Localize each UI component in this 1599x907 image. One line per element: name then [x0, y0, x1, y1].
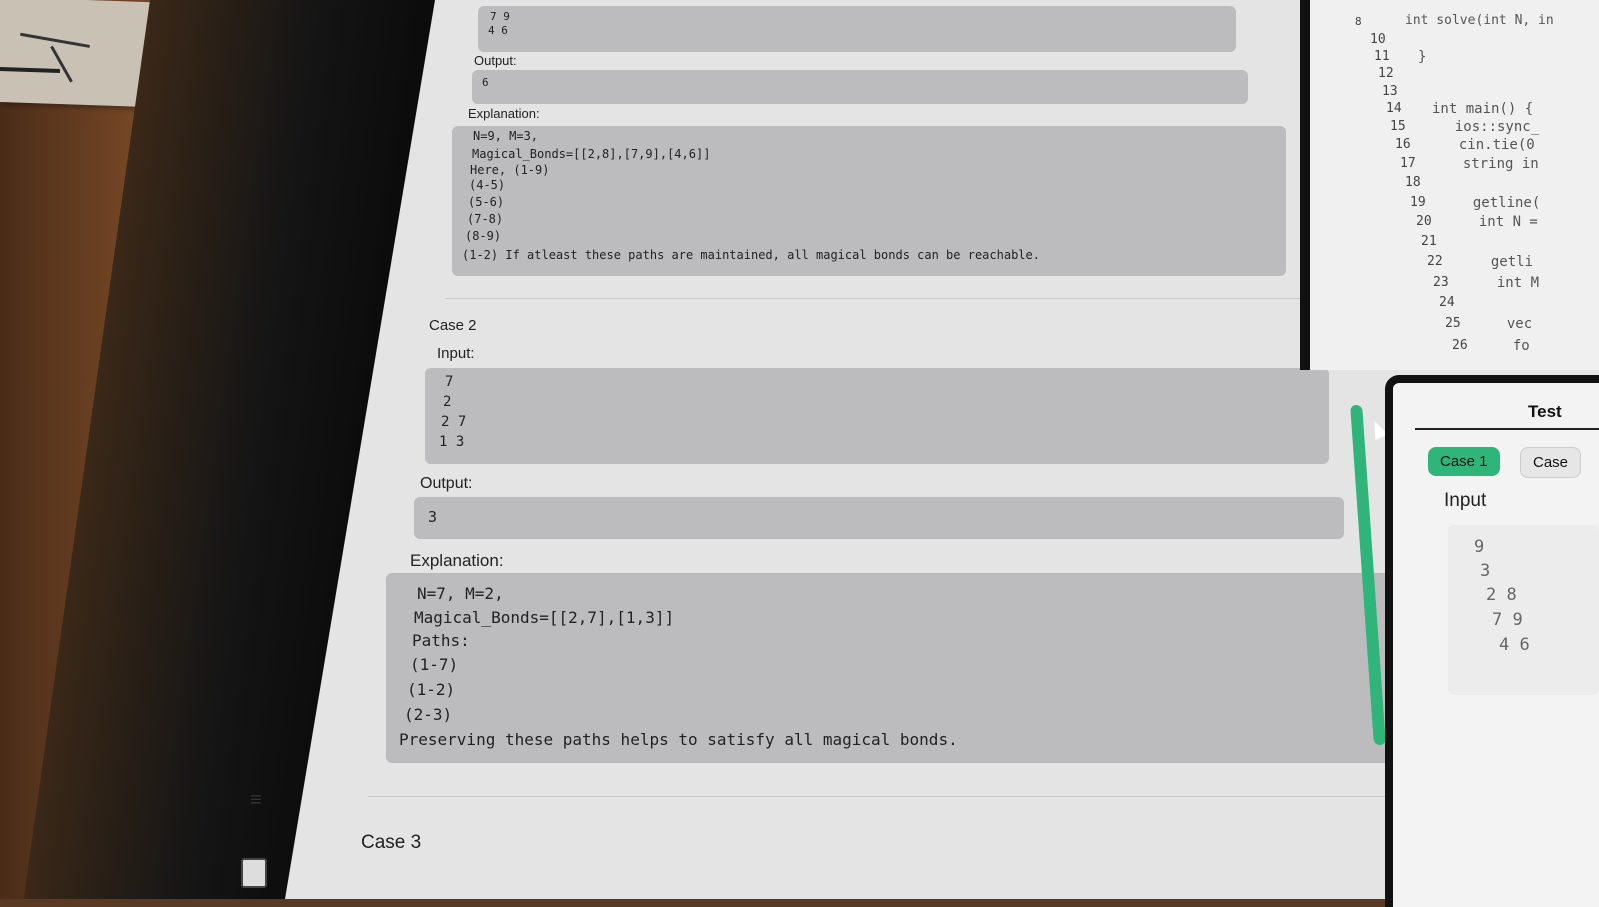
- test-input-label: Input: [1444, 490, 1487, 511]
- line-number: 21: [1421, 234, 1437, 249]
- case1-output-value: 6: [482, 76, 489, 89]
- case2-output-label: Output:: [420, 475, 473, 492]
- code-editor[interactable]: 8 10 11 12 13 14 15 16 17 18 19 20 21 22…: [1300, 0, 1599, 370]
- code-line: int main() {: [1432, 101, 1534, 117]
- code-line: getline(: [1456, 195, 1541, 211]
- line-number: 19: [1410, 195, 1426, 210]
- test-input-value: 4 6: [1499, 635, 1530, 655]
- line-number: 26: [1452, 338, 1468, 353]
- test-input-field[interactable]: [1448, 525, 1599, 695]
- case2-output-block: 3: [414, 497, 1344, 539]
- line-number: 17: [1400, 156, 1416, 171]
- test-input-value: 7 9: [1492, 610, 1523, 630]
- test-input-value: 3: [1480, 561, 1491, 581]
- case-2-chip[interactable]: Case: [1520, 447, 1582, 478]
- test-input-value: 2 8: [1486, 585, 1517, 605]
- code-line: int M: [1480, 275, 1540, 291]
- code-line: int N =: [1462, 214, 1538, 230]
- line-number: 14: [1386, 101, 1402, 116]
- case1-output-block: 6: [472, 70, 1248, 104]
- code-line: ios::sync_: [1438, 119, 1540, 135]
- line-number: 23: [1433, 275, 1449, 290]
- case1-input-block: 7 9 4 6: [478, 6, 1236, 52]
- line-number: 24: [1439, 295, 1455, 310]
- case2-title: Case 2: [429, 317, 477, 334]
- line-number: 12: [1378, 66, 1394, 81]
- code-line: int solve(int N, in: [1405, 13, 1554, 28]
- tab-underline: [1415, 428, 1599, 430]
- line-number: 18: [1405, 175, 1421, 190]
- case1-output-label: Output:: [474, 53, 517, 68]
- line-number: 16: [1395, 137, 1411, 152]
- case1-explanation-block: N=9, M=3, Magical_Bonds=[[2,8],[7,9],[4,…: [452, 126, 1286, 276]
- case3-title: Case 3: [361, 832, 422, 853]
- case1-explanation-label: Explanation:: [468, 106, 540, 121]
- case2-output-value: 3: [428, 508, 438, 526]
- line-number: 22: [1427, 254, 1443, 269]
- case-1-chip[interactable]: Case 1: [1428, 447, 1500, 476]
- line-number: 8: [1355, 15, 1362, 28]
- case-divider: [445, 298, 1305, 299]
- code-line: cin.tie(0: [1442, 137, 1535, 153]
- line-number: 20: [1416, 214, 1432, 229]
- test-input-value: 9: [1474, 537, 1485, 557]
- case2-explanation-label: Explanation:: [410, 551, 504, 570]
- line-number: 11: [1374, 49, 1390, 64]
- code-line: vec: [1490, 316, 1533, 332]
- line-number: 10: [1370, 32, 1386, 47]
- case2-input-block: 7 2 2 7 1 3: [425, 368, 1329, 464]
- case2-explanation-block: N=7, M=2, Magical_Bonds=[[2,7],[1,3]] Pa…: [386, 573, 1392, 763]
- line-number: 13: [1382, 84, 1398, 99]
- tab-test[interactable]: Test: [1528, 402, 1562, 422]
- code-line: getli: [1474, 254, 1534, 270]
- code-line: string in: [1446, 156, 1539, 172]
- case2-input-label: Input:: [437, 345, 475, 362]
- line-number: 15: [1390, 119, 1406, 134]
- line-number: 25: [1445, 316, 1461, 331]
- code-line: fo: [1496, 338, 1530, 354]
- case-divider: [368, 796, 1388, 797]
- code-line: }: [1418, 49, 1427, 65]
